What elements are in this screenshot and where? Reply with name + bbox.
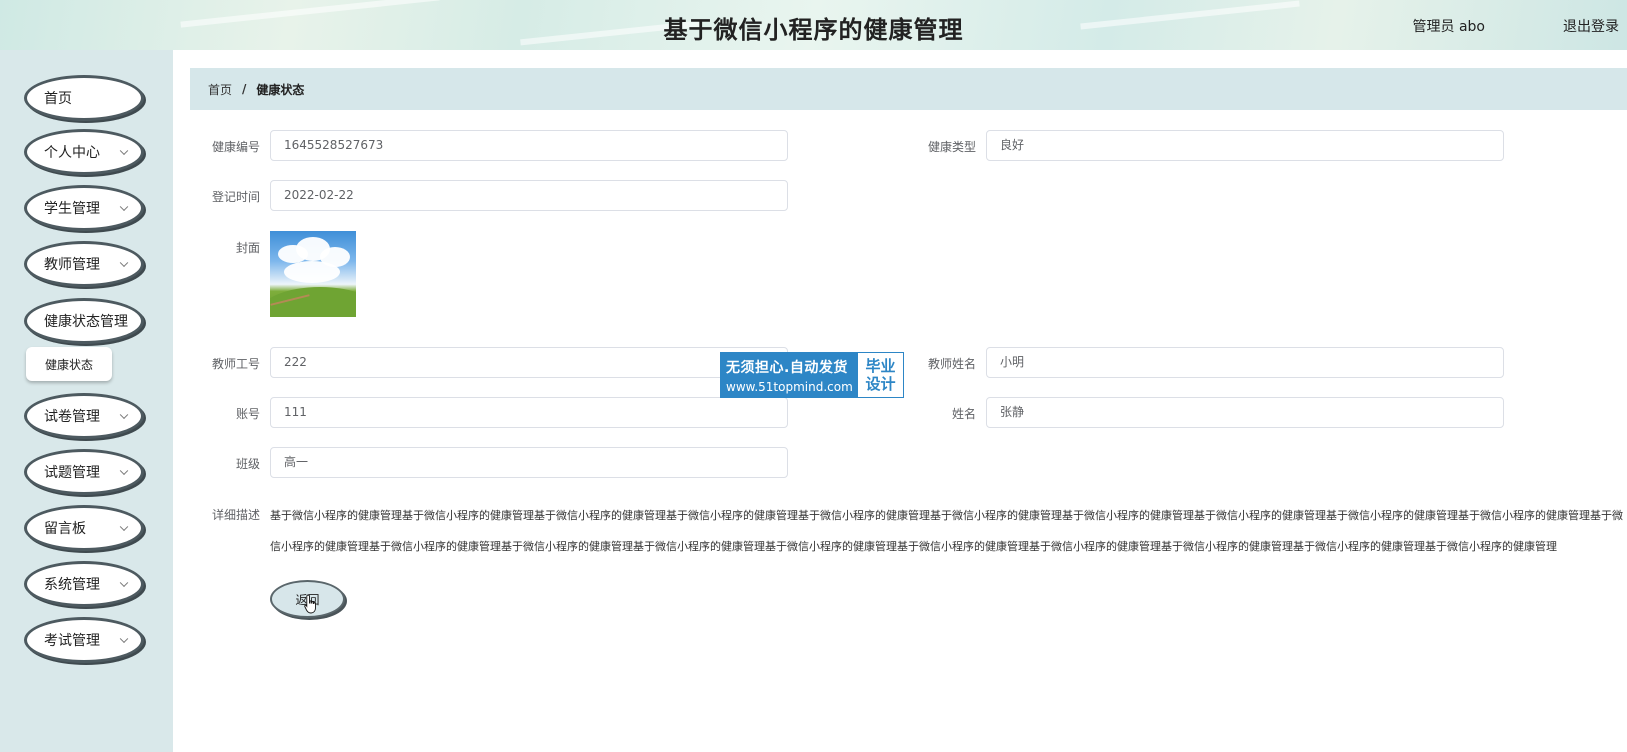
health-type-field[interactable]: 良好	[986, 130, 1504, 161]
breadcrumb: 首页 / 健康状态	[190, 68, 1627, 110]
sidebar-item-questions[interactable]: 试题管理	[24, 449, 144, 495]
class-field[interactable]: 高一	[270, 447, 788, 478]
chevron-down-icon	[119, 146, 129, 156]
health-no-field[interactable]: 1645528527673	[270, 130, 788, 161]
sidebar-item-system[interactable]: 系统管理	[24, 561, 144, 607]
sidebar-item-home[interactable]: 首页	[24, 75, 144, 121]
sidebar-item-teachers[interactable]: 教师管理	[24, 241, 144, 287]
sidebar-item-label: 留言板	[44, 521, 86, 537]
chevron-down-icon	[119, 202, 129, 212]
detail-label: 详细描述	[211, 508, 260, 522]
sidebar-item-message-board[interactable]: 留言板	[24, 505, 144, 551]
sidebar-item-health-status[interactable]: 健康状态管理	[24, 298, 144, 344]
watermark-side1: 毕业	[865, 357, 896, 375]
watermark-line2: www.51topmind.com	[726, 379, 853, 394]
page-title: 基于微信小程序的健康管理	[663, 16, 964, 44]
chevron-down-icon	[119, 578, 129, 588]
health-no-label: 健康编号	[211, 140, 260, 154]
watermark-badge: 无须担心.自动发货 www.51topmind.com 毕业 设计	[720, 352, 904, 398]
current-user: 管理员 abo	[1412, 19, 1485, 35]
chevron-down-icon	[119, 258, 129, 268]
name-field[interactable]: 张静	[986, 397, 1504, 428]
sidebar-item-label: 试题管理	[44, 465, 100, 481]
sidebar-item-exams[interactable]: 考试管理	[24, 617, 144, 663]
sidebar-item-label: 首页	[44, 91, 72, 107]
sidebar-item-label: 试卷管理	[44, 409, 100, 425]
watermark-left: 无须担心.自动发货 www.51topmind.com	[721, 353, 858, 397]
class-label: 班级	[235, 457, 260, 471]
teacher-no-label: 教师工号	[211, 357, 260, 371]
chevron-down-icon	[119, 522, 129, 532]
sidebar-item-label: 教师管理	[44, 257, 100, 273]
sidebar-item-label: 个人中心	[44, 145, 100, 161]
health-type-label: 健康类型	[927, 140, 976, 154]
top-header: 基于微信小程序的健康管理 管理员 abo 退出登录	[0, 0, 1627, 50]
register-time-label: 登记时间	[211, 190, 260, 204]
name-label: 姓名	[951, 407, 976, 421]
teacher-no-field[interactable]: 222	[270, 347, 788, 378]
register-time-field[interactable]: 2022-02-22	[270, 180, 788, 211]
detail-text: 基于微信小程序的健康管理基于微信小程序的健康管理基于微信小程序的健康管理基于微信…	[270, 509, 1623, 553]
account-label: 账号	[235, 407, 260, 421]
sidebar-subitem-health-status[interactable]: 健康状态	[26, 347, 112, 381]
watermark-line1: 无须担心.自动发货	[726, 359, 848, 376]
cover-image[interactable]	[270, 231, 356, 317]
cover-label: 封面	[235, 241, 260, 255]
logout-link[interactable]: 退出登录	[1563, 16, 1619, 36]
watermark-right: 毕业 设计	[858, 353, 903, 397]
chevron-down-icon	[119, 466, 129, 476]
cloud-shape	[284, 261, 340, 283]
hand-cursor-icon	[304, 594, 316, 614]
sidebar-item-label: 考试管理	[44, 633, 100, 649]
account-field[interactable]: 111	[270, 397, 788, 428]
chevron-down-icon	[119, 634, 129, 644]
sidebar-item-exam-papers[interactable]: 试卷管理	[24, 393, 144, 439]
chevron-down-icon	[119, 410, 129, 420]
sidebar-item-personal-center[interactable]: 个人中心	[24, 129, 144, 175]
teacher-name-label: 教师姓名	[927, 357, 976, 371]
sidebar-item-label: 系统管理	[44, 577, 100, 593]
sidebar-item-label: 健康状态管理	[44, 314, 128, 330]
watermark-side2: 设计	[865, 375, 896, 393]
sidebar-item-label: 学生管理	[44, 201, 100, 217]
sidebar-item-students[interactable]: 学生管理	[24, 185, 144, 231]
breadcrumb-current: 健康状态	[256, 82, 305, 97]
teacher-name-field[interactable]: 小明	[986, 347, 1504, 378]
breadcrumb-home[interactable]: 首页	[208, 81, 232, 98]
breadcrumb-separator: /	[242, 82, 247, 96]
